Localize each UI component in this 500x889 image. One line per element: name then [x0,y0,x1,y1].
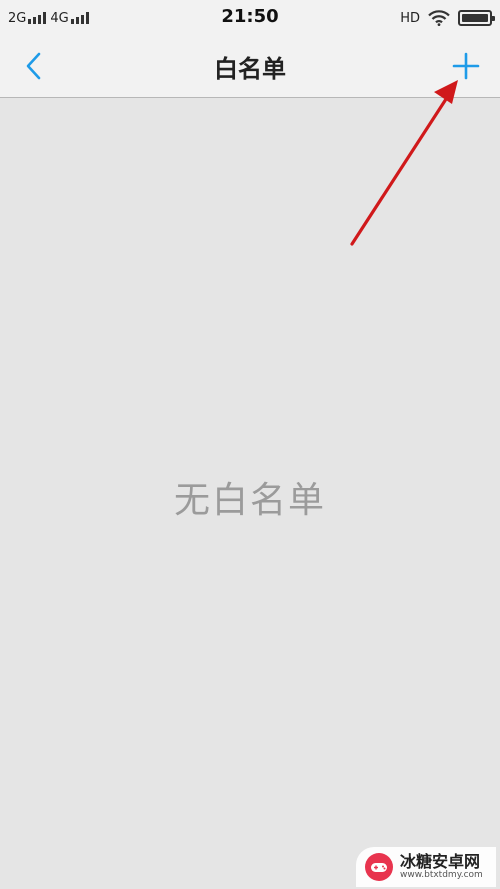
hd-label: HD [400,10,420,26]
battery-fill [462,14,488,22]
watermark-name: 冰糖安卓网 [400,851,481,871]
watermark-text: 冰糖安卓网 www.btxtdmy.com [400,851,483,880]
nav-bar: 白名单 [0,34,500,98]
status-bar: 2G 4G 21:50 HD [0,0,500,34]
status-right: HD [400,8,495,28]
watermark: 冰糖安卓网 www.btxtdmy.com [356,847,496,887]
chevron-left-icon [26,52,41,80]
page-title: 白名单 [214,55,286,83]
plus-icon [452,52,480,80]
back-button[interactable] [16,48,52,84]
gamepad-logo-icon [365,853,393,881]
wifi-icon [428,10,450,26]
battery-icon [458,10,495,26]
watermark-url: www.btxtdmy.com [400,869,483,880]
add-button[interactable] [446,46,486,86]
whitelist-content: 无白名单 [0,99,500,889]
empty-state-text: 无白名单 [173,480,326,521]
